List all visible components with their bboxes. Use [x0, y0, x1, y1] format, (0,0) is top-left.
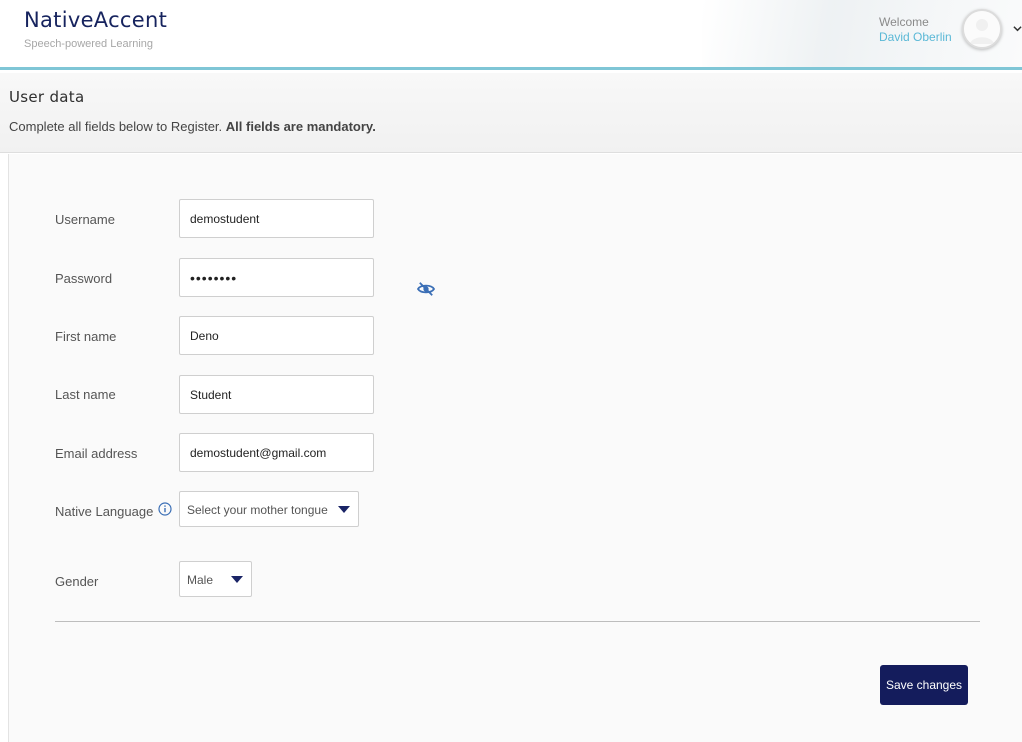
gender-label: Gender — [55, 574, 99, 589]
form-card — [8, 154, 1022, 742]
first-name-label: First name — [55, 329, 117, 344]
save-changes-button[interactable]: Save changes — [880, 665, 968, 705]
form-divider — [55, 621, 980, 622]
info-icon[interactable] — [158, 502, 172, 516]
password-label: Password — [55, 271, 113, 286]
avatar-icon[interactable] — [962, 9, 1002, 49]
caret-down-icon — [338, 506, 350, 513]
password-input[interactable] — [179, 258, 374, 297]
user-name-link[interactable]: David Oberlin — [879, 30, 952, 45]
first-name-input[interactable] — [179, 316, 374, 355]
gender-selected: Male — [187, 573, 214, 587]
last-name-input[interactable] — [179, 375, 374, 414]
eye-slash-icon[interactable] — [417, 281, 435, 297]
app-header: NativeAccent Speech-powered Learning Wel… — [0, 0, 1022, 70]
chevron-down-icon[interactable] — [1013, 24, 1022, 33]
native-language-select[interactable]: Select your mother tongue — [179, 491, 359, 527]
intro-text: Complete all fields below to Register. — [9, 119, 226, 134]
gender-select[interactable]: Male — [179, 561, 252, 597]
page-intro: Complete all fields below to Register. A… — [9, 119, 376, 134]
last-name-label: Last name — [55, 387, 116, 402]
user-welcome: Welcome David Oberlin — [879, 15, 952, 45]
page-title: User data — [9, 88, 85, 106]
welcome-label: Welcome — [879, 15, 929, 29]
email-label: Email address — [55, 446, 138, 461]
page-header-band — [0, 73, 1022, 153]
username-label: Username — [55, 212, 115, 227]
brand[interactable]: NativeAccent Speech-powered Learning — [24, 8, 167, 50]
email-input[interactable] — [179, 433, 374, 472]
native-language-label: Native Language — [55, 504, 154, 519]
brand-name: NativeAccent — [24, 8, 168, 32]
caret-down-icon — [231, 576, 243, 583]
brand-tagline: Speech-powered Learning — [24, 38, 154, 50]
intro-bold: All fields are mandatory. — [225, 119, 376, 134]
native-language-selected: Select your mother tongue — [187, 503, 328, 517]
username-input[interactable] — [179, 199, 374, 238]
